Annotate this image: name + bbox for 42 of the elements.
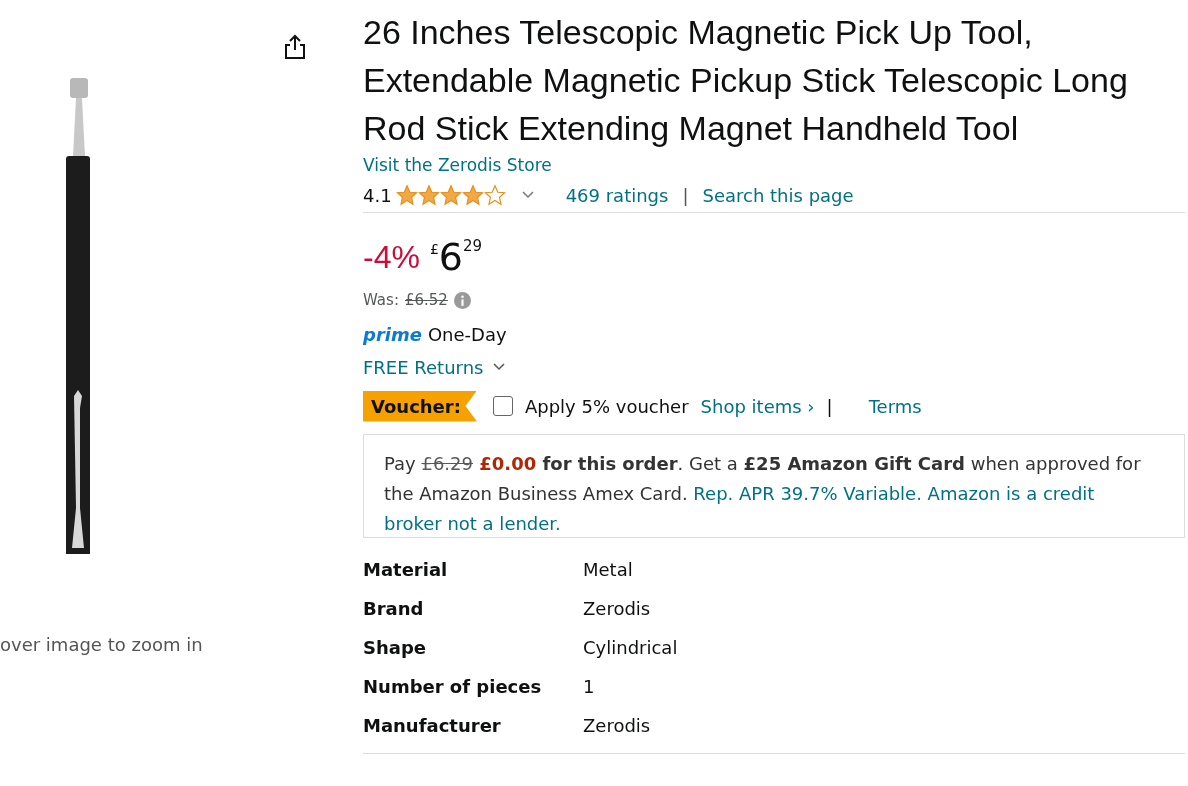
spec-value: Zerodis [583, 598, 651, 619]
spec-value: Cylindrical [583, 637, 678, 658]
star-icon [395, 184, 418, 206]
voucher-badge: Voucher: [363, 390, 477, 422]
ratings-link[interactable]: 469 ratings [565, 184, 669, 206]
shop-items-link[interactable]: Shop items › [700, 395, 815, 417]
star-icon [439, 184, 462, 206]
price: 6 [438, 237, 463, 277]
search-page-link[interactable]: Search this page [702, 184, 854, 206]
star-icon [461, 184, 484, 206]
prime-logo: prime [363, 323, 422, 345]
share-icon[interactable] [283, 33, 307, 61]
voucher-label: Apply 5% voucher [524, 395, 689, 417]
was-price: £6.52 [404, 291, 448, 309]
spec-name: Number of pieces [363, 676, 543, 697]
chevron-down-icon[interactable] [493, 363, 506, 371]
separator: | [682, 184, 689, 206]
spec-name: Shape [363, 637, 428, 658]
terms-link[interactable]: Terms [868, 395, 922, 417]
voucher-checkbox[interactable] [492, 396, 513, 416]
currency-symbol: £ [429, 241, 439, 257]
free-returns-link[interactable]: FREE Returns [363, 356, 484, 378]
zoom-hint: over image to zoom in [0, 634, 203, 655]
rating-value: 4.1 [363, 184, 392, 206]
star-icon [483, 184, 506, 206]
spec-value: Zerodis [583, 715, 651, 736]
promo-text: Pay £6.29 £0.00 for this order. Get a £25 Amazon Gift Card when approved for the Amazon Business Amex Card. Rep. APR 39.7% Variable. Amazon is a credit broker not a lender. [384, 452, 1142, 536]
was-label: Was: [363, 291, 399, 309]
chevron-down-icon[interactable] [521, 191, 534, 199]
spec-name: Brand [363, 598, 425, 619]
product-title: 26 Inches Telescopic Magnetic Pick Up Tool, Extendable Magnetic Pickup Stick Telescopic Long Rod Stick Extending Magnet Handheld Tool [363, 12, 1129, 149]
spec-name: Manufacturer [363, 715, 502, 736]
delivery-label: One-Day [427, 323, 507, 345]
spec-value: 1 [583, 676, 595, 697]
info-icon[interactable] [453, 291, 471, 309]
discount-percent: -4% [363, 238, 420, 277]
store-link[interactable]: Visit the Zerodis Store [363, 155, 552, 175]
spec-name: Material [363, 559, 449, 580]
spec-value: Metal [583, 559, 633, 580]
star-icon [417, 184, 440, 206]
separator: | [826, 395, 833, 417]
price-fraction: 29 [463, 237, 483, 255]
